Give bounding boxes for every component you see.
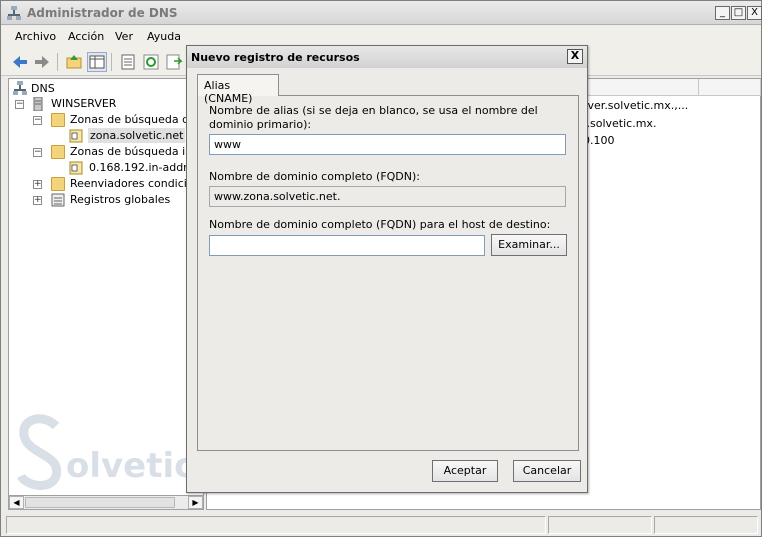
status-panel bbox=[654, 516, 758, 534]
status-panel bbox=[6, 516, 546, 534]
up-folder-icon[interactable] bbox=[64, 52, 84, 72]
dialog-title: Nuevo registro de recursos bbox=[191, 51, 360, 64]
scroll-left-icon[interactable]: ◀ bbox=[9, 496, 24, 509]
zone-icon bbox=[69, 129, 83, 143]
expand-toggle[interactable]: + bbox=[33, 180, 42, 189]
menu-archivo[interactable]: Archivo bbox=[15, 30, 56, 43]
tree-horizontal-scrollbar[interactable]: ◀ ▶ bbox=[8, 495, 204, 510]
tree-item-global-logs[interactable]: Registros globales bbox=[70, 193, 170, 206]
tree-item-forward-zone-solvetic[interactable]: zona.solvetic.net bbox=[88, 128, 186, 143]
collapse-toggle[interactable]: − bbox=[33, 148, 42, 157]
menu-ayuda[interactable]: Ayuda bbox=[147, 30, 181, 43]
title-bar: Administrador de DNS _ □ X bbox=[1, 1, 762, 25]
collapse-toggle[interactable]: − bbox=[33, 116, 42, 125]
fqdn-field: www.zona.solvetic.net. bbox=[209, 186, 566, 207]
dialog-close-button[interactable]: X bbox=[567, 49, 583, 64]
scroll-thumb[interactable] bbox=[25, 497, 175, 508]
tree-item-reverse-zones[interactable]: Zonas de búsqueda inve bbox=[70, 145, 203, 158]
menu-accion[interactable]: Acción bbox=[68, 30, 104, 43]
record-data-cell: r.solvetic.mx. bbox=[583, 117, 657, 130]
export-icon[interactable] bbox=[164, 52, 184, 72]
dialog-title-bar: Nuevo registro de recursos X bbox=[187, 46, 587, 68]
expand-toggle[interactable]: + bbox=[33, 196, 42, 205]
scroll-right-icon[interactable]: ▶ bbox=[188, 496, 203, 509]
target-host-input[interactable] bbox=[209, 235, 485, 256]
zone-icon bbox=[69, 161, 83, 175]
toolbar-separator bbox=[57, 53, 58, 71]
tree-item-forwarders[interactable]: Reenviadores condicion bbox=[70, 177, 201, 190]
show-tree-icon[interactable] bbox=[87, 52, 107, 72]
new-resource-record-dialog: Nuevo registro de recursos X Alias (CNAM… bbox=[186, 45, 588, 493]
folder-icon bbox=[51, 113, 65, 127]
tree-item-winserver[interactable]: WINSERVER bbox=[51, 97, 116, 110]
target-host-label: Nombre de dominio completo (FQDN) para e… bbox=[209, 218, 551, 231]
maximize-button[interactable]: □ bbox=[731, 6, 746, 20]
server-icon bbox=[33, 97, 43, 111]
close-button[interactable]: X bbox=[747, 6, 762, 20]
column-header[interactable] bbox=[585, 79, 699, 96]
status-panel bbox=[548, 516, 652, 534]
browse-button[interactable]: Examinar... bbox=[491, 234, 567, 256]
menu-ver[interactable]: Ver bbox=[115, 30, 133, 43]
record-data-cell: rver.solvetic.mx.,... bbox=[583, 99, 689, 112]
properties-icon[interactable] bbox=[118, 52, 138, 72]
forward-arrow-icon[interactable] bbox=[32, 52, 52, 72]
tab-panel: Nombre de alias (si se deja en blanco, s… bbox=[197, 95, 579, 451]
tree-item-forward-zones[interactable]: Zonas de búsqueda dire bbox=[70, 113, 203, 126]
window-title: Administrador de DNS bbox=[27, 6, 178, 20]
dns-manager-window: Administrador de DNS _ □ X Archivo Acció… bbox=[0, 0, 762, 537]
status-bar bbox=[6, 514, 761, 534]
alias-input[interactable]: www bbox=[209, 134, 566, 155]
tab-alias-cname[interactable]: Alias (CNAME) bbox=[197, 74, 279, 105]
fqdn-label: Nombre de dominio completo (FQDN): bbox=[209, 170, 420, 183]
tree-pane: DNS − WINSERVER − Zonas de búsqueda dire… bbox=[8, 78, 204, 496]
refresh-icon[interactable] bbox=[141, 52, 161, 72]
folder-icon bbox=[51, 145, 65, 159]
cancel-button[interactable]: Cancelar bbox=[513, 460, 581, 482]
minimize-button[interactable]: _ bbox=[715, 6, 730, 20]
accept-button[interactable]: Aceptar bbox=[432, 460, 498, 482]
back-arrow-icon[interactable] bbox=[10, 52, 30, 72]
dns-app-icon bbox=[7, 6, 21, 20]
toolbar-separator bbox=[111, 53, 112, 71]
tree-label: DNS bbox=[31, 82, 55, 95]
tree-item-reverse-zone[interactable]: 0.168.192.in-addr.a bbox=[89, 161, 197, 174]
collapse-toggle[interactable]: − bbox=[15, 100, 24, 109]
column-header[interactable] bbox=[699, 79, 761, 96]
folder-icon bbox=[51, 177, 65, 191]
log-icon bbox=[51, 193, 65, 207]
alias-label: Nombre de alias (si se deja en blanco, s… bbox=[209, 104, 538, 131]
dns-root-icon bbox=[13, 81, 27, 95]
